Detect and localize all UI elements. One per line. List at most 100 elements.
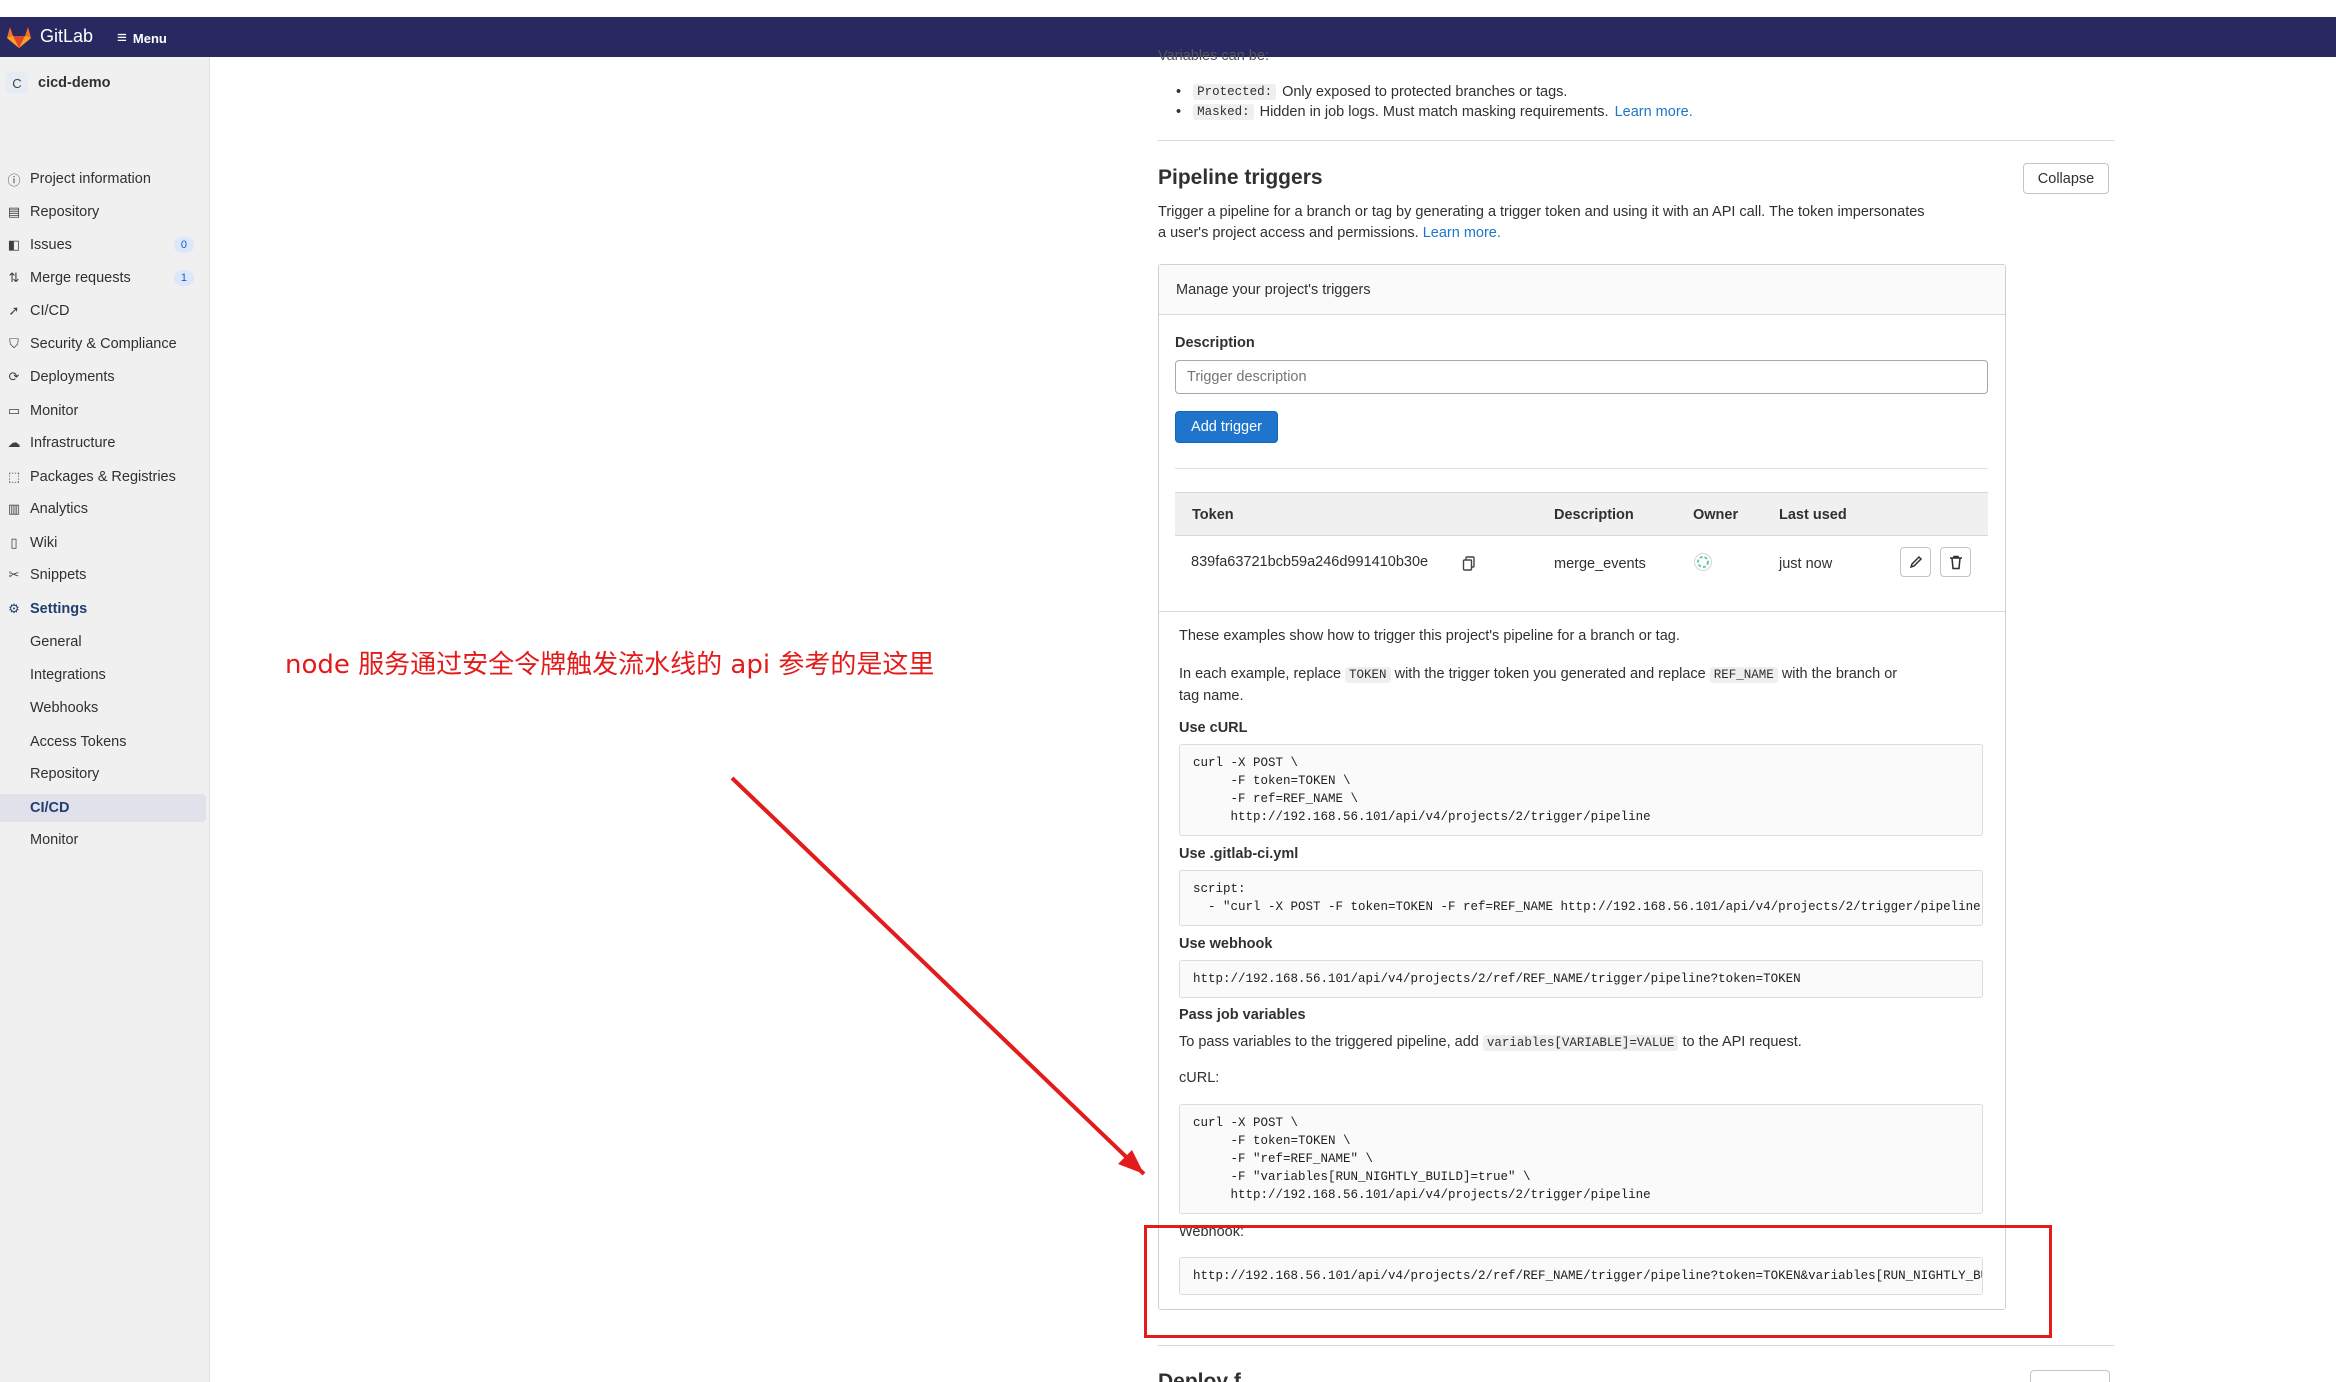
rocket-icon: ➚ [8, 303, 20, 318]
masked-code: Masked: [1193, 104, 1254, 120]
row-last-used: just now [1779, 556, 1833, 572]
settings-subitem-access-tokens[interactable]: Access Tokens [30, 728, 126, 756]
sidebar-item-label: Issues [30, 237, 72, 253]
settings-subitem-general[interactable]: General [30, 628, 82, 656]
pipeline-triggers-description: Trigger a pipeline for a branch or tag b… [1158, 202, 2028, 244]
scissors-icon: ✂ [8, 567, 20, 582]
form-divider [1175, 468, 1988, 469]
examples-replace-text: In each example, replace TOKEN with the … [1179, 664, 1979, 707]
copy-token-icon[interactable] [1462, 556, 1476, 571]
annotation-text: node 服务通过安全令牌触发流水线的 api 参考的是这里 [285, 650, 935, 680]
sidebar-item-monitor[interactable]: ▭ Monitor [0, 397, 210, 425]
section-divider [1158, 140, 2114, 141]
row-description: merge_events [1554, 556, 1646, 572]
ref-code: REF_NAME [1709, 667, 1778, 683]
monitor-icon: ▭ [7, 403, 21, 418]
add-trigger-button[interactable]: Add trigger [1175, 411, 1278, 443]
settings-subitem-monitor[interactable]: Monitor [30, 826, 78, 854]
next-section-button[interactable] [2030, 1370, 2110, 1382]
replace-line2: tag name. [1179, 688, 1244, 704]
annotation-highlight-box [1144, 1225, 2052, 1338]
sidebar-item-label: Packages & Registries [30, 469, 176, 485]
delete-trigger-button[interactable] [1940, 547, 1971, 577]
use-curl-label: Use cURL [1179, 720, 1248, 736]
count-badge: 1 [173, 270, 194, 286]
project-header[interactable]: C cicd-demo [0, 70, 210, 96]
description-line-2-text: a user's project access and permissions. [1158, 225, 1419, 241]
sidebar-item-infrastructure[interactable]: ☁ Infrastructure [0, 429, 210, 457]
card-header-text: Manage your project's triggers [1176, 282, 1371, 298]
token-value: 839fa63721bcb59a246d991410b30e [1191, 554, 1429, 570]
sidebar-item-security-compliance[interactable]: ⛉ Security & Compliance [0, 330, 210, 358]
settings-subitem-webhooks[interactable]: Webhooks [30, 694, 98, 722]
protected-text: Only exposed to protected branches or ta… [1282, 84, 1568, 100]
annotation-arrow [730, 776, 1146, 1176]
wiki-icon: ▯ [10, 535, 18, 550]
sidebar-item-deployments[interactable]: ⟳ Deployments [0, 363, 210, 391]
table-row: 839fa63721bcb59a246d991410b30e merge_eve… [1175, 536, 1988, 588]
sidebar-item-label: Analytics [30, 501, 89, 517]
sidebar-item-label: Deployments [30, 369, 115, 385]
examples-divider [1159, 611, 2005, 612]
sidebar-item-label: Snippets [30, 567, 87, 583]
sidebar-item-label: Repository [30, 204, 100, 220]
pass-vars-label: Pass job variables [1179, 1007, 1306, 1023]
triggers-table: Token Description Owner Last used 839fa6… [1175, 492, 1988, 588]
project-name: cicd-demo [38, 75, 111, 91]
settings-subitem-repository[interactable]: Repository [30, 760, 99, 788]
token-code: TOKEN [1345, 667, 1391, 683]
owner-avatar[interactable] [1694, 553, 1712, 571]
collapse-button[interactable]: Collapse [2023, 163, 2109, 194]
package-icon: ⬚ [7, 469, 21, 484]
sidebar-item-wiki[interactable]: ▯ Wiki [0, 529, 210, 557]
settings-subitem-integrations[interactable]: Integrations [30, 661, 106, 689]
menu-button[interactable]: ≡ Menu [117, 28, 167, 48]
description-line-1: Trigger a pipeline for a branch or tag b… [1158, 204, 1925, 220]
curl-code-block[interactable]: curl -X POST \ -F token=TOKEN \ -F ref=R… [1179, 744, 1983, 836]
masked-learn-more-link[interactable]: Learn more. [1615, 104, 1693, 120]
gitlab-ci-code-block[interactable]: script: - "curl -X POST -F token=TOKEN -… [1179, 870, 1983, 926]
protected-code: Protected: [1193, 84, 1277, 100]
issues-icon: ◧ [7, 237, 21, 252]
pass-vars-suffix: to the API request. [1682, 1034, 1802, 1050]
description-line-2: a user's project access and permissions.… [1158, 223, 2028, 244]
header-owner: Owner [1693, 507, 1739, 523]
edit-trigger-button[interactable] [1900, 547, 1931, 577]
sidebar-item-analytics[interactable]: ▥ Analytics [0, 495, 210, 523]
webhook-code-block[interactable]: http://192.168.56.101/api/v4/projects/2/… [1179, 960, 1983, 998]
trigger-description-input[interactable] [1175, 360, 1988, 394]
sidebar-item-merge-requests[interactable]: ⇅ Merge requests 1 [0, 264, 210, 292]
replace-prefix: In each example, replace [1179, 666, 1342, 682]
sidebar-item-label: Merge requests [30, 270, 131, 286]
sidebar-item-issues[interactable]: ◧ Issues 0 [0, 231, 210, 259]
curl-vars-code-block[interactable]: curl -X POST \ -F token=TOKEN \ -F "ref=… [1179, 1104, 1983, 1214]
replace-mid: with the trigger token you generated and… [1394, 666, 1706, 682]
cloud-icon: ☁ [7, 435, 21, 450]
pass-vars-code: variables[VARIABLE]=VALUE [1482, 1035, 1679, 1051]
use-webhook-label: Use webhook [1179, 936, 1273, 952]
merge-request-icon: ⇅ [8, 270, 20, 285]
sidebar-item-ci-cd[interactable]: ➚ CI/CD [0, 297, 210, 325]
settings-subitem-ci-cd[interactable]: CI/CD [0, 794, 206, 822]
pass-vars-prefix: To pass variables to the triggered pipel… [1179, 1034, 1479, 1050]
brand-name[interactable]: GitLab [40, 26, 93, 47]
sidebar-item-settings[interactable]: ⚙ Settings [0, 595, 210, 623]
pipeline-triggers-title: Pipeline triggers [1158, 166, 1323, 189]
use-gitlab-ci-label: Use .gitlab-ci.yml [1179, 846, 1299, 862]
sidebar-item-packages-registries[interactable]: ⬚ Packages & Registries [0, 463, 210, 491]
curl-label: cURL: [1179, 1070, 1220, 1086]
header-last-used: Last used [1779, 507, 1847, 523]
sidebar-item-label: Security & Compliance [30, 336, 177, 352]
description-label: Description [1175, 335, 1255, 351]
sidebar-item-label: Wiki [30, 535, 58, 551]
triggers-learn-more-link[interactable]: Learn more. [1423, 225, 1501, 241]
sidebar-item-repository[interactable]: ▤ Repository [0, 198, 210, 226]
gear-icon: ⚙ [8, 601, 20, 616]
header-token: Token [1192, 507, 1234, 523]
masked-text: Hidden in job logs. Must match masking r… [1259, 104, 1609, 120]
sidebar-item-snippets[interactable]: ✂ Snippets [0, 561, 210, 589]
info-icon: ⓘ [7, 172, 21, 188]
gitlab-logo-icon[interactable] [6, 25, 32, 49]
chart-icon: ▥ [7, 501, 21, 516]
sidebar-item-project-information[interactable]: ⓘ Project information [0, 165, 210, 193]
